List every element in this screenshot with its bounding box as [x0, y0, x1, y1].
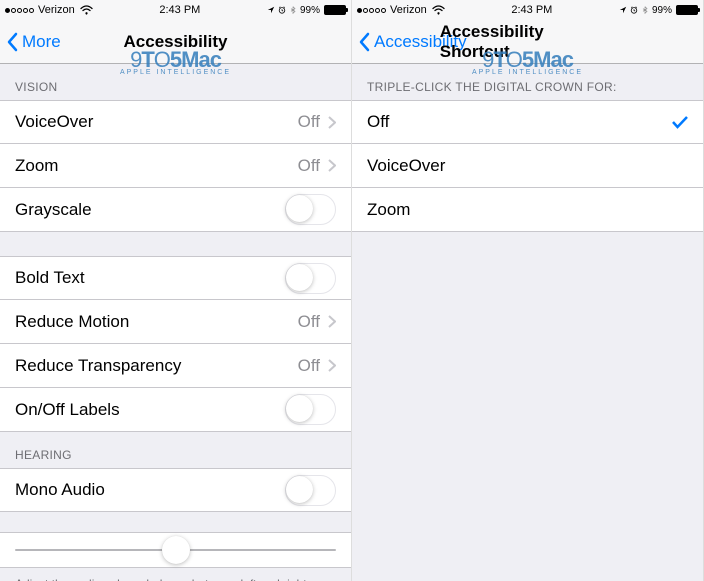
bluetooth-icon — [289, 6, 297, 14]
back-label: More — [22, 32, 61, 52]
onoff-labels-label: On/Off Labels — [15, 400, 120, 420]
alarm-icon — [278, 6, 286, 14]
bold-text-toggle[interactable] — [285, 263, 336, 294]
content[interactable]: VISION VoiceOver Off Zoom Off Grayscale — [0, 64, 351, 581]
status-bar: Verizon 2:43 PM 99% — [0, 0, 351, 20]
voiceover-label: VoiceOver — [15, 112, 93, 132]
back-button[interactable]: More — [0, 32, 61, 52]
shortcut-voiceover-label: VoiceOver — [367, 156, 445, 176]
signal-icon — [5, 8, 34, 13]
slider-footer: Adjust the audio volume balance between … — [0, 568, 351, 581]
page-title: Accessibility — [124, 32, 228, 52]
bold-text-label: Bold Text — [15, 268, 85, 288]
shortcut-off-row[interactable]: Off — [352, 100, 703, 144]
voiceover-value: Off — [298, 112, 320, 132]
shortcut-header: TRIPLE-CLICK THE DIGITAL CROWN FOR: — [352, 64, 703, 100]
screen-shortcut: Verizon 2:43 PM 99% Accessibility Access… — [352, 0, 704, 581]
chevron-right-icon — [328, 315, 336, 328]
battery-icon — [324, 5, 346, 15]
vision-header: VISION — [0, 64, 351, 100]
alarm-icon — [630, 6, 638, 14]
carrier-label: Verizon — [38, 4, 75, 16]
chevron-right-icon — [328, 116, 336, 129]
location-icon — [267, 6, 275, 14]
battery-icon — [676, 5, 698, 15]
signal-icon — [357, 8, 386, 13]
wifi-icon — [432, 4, 445, 16]
content[interactable]: TRIPLE-CLICK THE DIGITAL CROWN FOR: Off … — [352, 64, 703, 581]
shortcut-off-label: Off — [367, 112, 389, 132]
shortcut-voiceover-row[interactable]: VoiceOver — [352, 144, 703, 188]
balance-slider[interactable] — [15, 549, 336, 551]
zoom-label: Zoom — [15, 156, 58, 176]
carrier-label: Verizon — [390, 4, 427, 16]
nav-bar: Accessibility Accessibility Shortcut — [352, 20, 703, 64]
onoff-labels-row: On/Off Labels — [0, 388, 351, 432]
slider-thumb[interactable] — [162, 536, 190, 564]
chevron-right-icon — [328, 359, 336, 372]
status-right: 99% — [619, 5, 698, 16]
shortcut-zoom-label: Zoom — [367, 200, 410, 220]
clock: 2:43 PM — [159, 4, 200, 16]
mono-audio-row: Mono Audio — [0, 468, 351, 512]
chevron-right-icon — [328, 159, 336, 172]
zoom-row[interactable]: Zoom Off — [0, 144, 351, 188]
status-right: 99% — [267, 5, 346, 16]
zoom-value: Off — [298, 156, 320, 176]
reduce-transparency-value: Off — [298, 356, 320, 376]
grayscale-label: Grayscale — [15, 200, 92, 220]
status-left: Verizon — [5, 4, 93, 16]
status-bar: Verizon 2:43 PM 99% — [352, 0, 703, 20]
grayscale-row: Grayscale — [0, 188, 351, 232]
chevron-left-icon — [358, 32, 370, 52]
reduce-transparency-row[interactable]: Reduce Transparency Off — [0, 344, 351, 388]
shortcut-zoom-row[interactable]: Zoom — [352, 188, 703, 232]
reduce-motion-row[interactable]: Reduce Motion Off — [0, 300, 351, 344]
reduce-motion-label: Reduce Motion — [15, 312, 129, 332]
onoff-labels-toggle[interactable] — [285, 394, 336, 425]
bluetooth-icon — [641, 6, 649, 14]
wifi-icon — [80, 4, 93, 16]
reduce-motion-value: Off — [298, 312, 320, 332]
screen-accessibility: Verizon 2:43 PM 99% More Accessibility 9… — [0, 0, 352, 581]
battery-percent: 99% — [652, 5, 672, 16]
reduce-transparency-label: Reduce Transparency — [15, 356, 181, 376]
grayscale-toggle[interactable] — [285, 194, 336, 225]
mono-audio-toggle[interactable] — [285, 475, 336, 506]
nav-bar: More Accessibility — [0, 20, 351, 64]
battery-percent: 99% — [300, 5, 320, 16]
clock: 2:43 PM — [511, 4, 552, 16]
voiceover-row[interactable]: VoiceOver Off — [0, 100, 351, 144]
chevron-left-icon — [6, 32, 18, 52]
page-title: Accessibility Shortcut — [440, 22, 616, 62]
balance-slider-row — [0, 532, 351, 568]
bold-text-row: Bold Text — [0, 256, 351, 300]
checkmark-icon — [672, 115, 688, 129]
status-left: Verizon — [357, 4, 445, 16]
hearing-header: HEARING — [0, 432, 351, 468]
mono-audio-label: Mono Audio — [15, 480, 105, 500]
location-icon — [619, 6, 627, 14]
